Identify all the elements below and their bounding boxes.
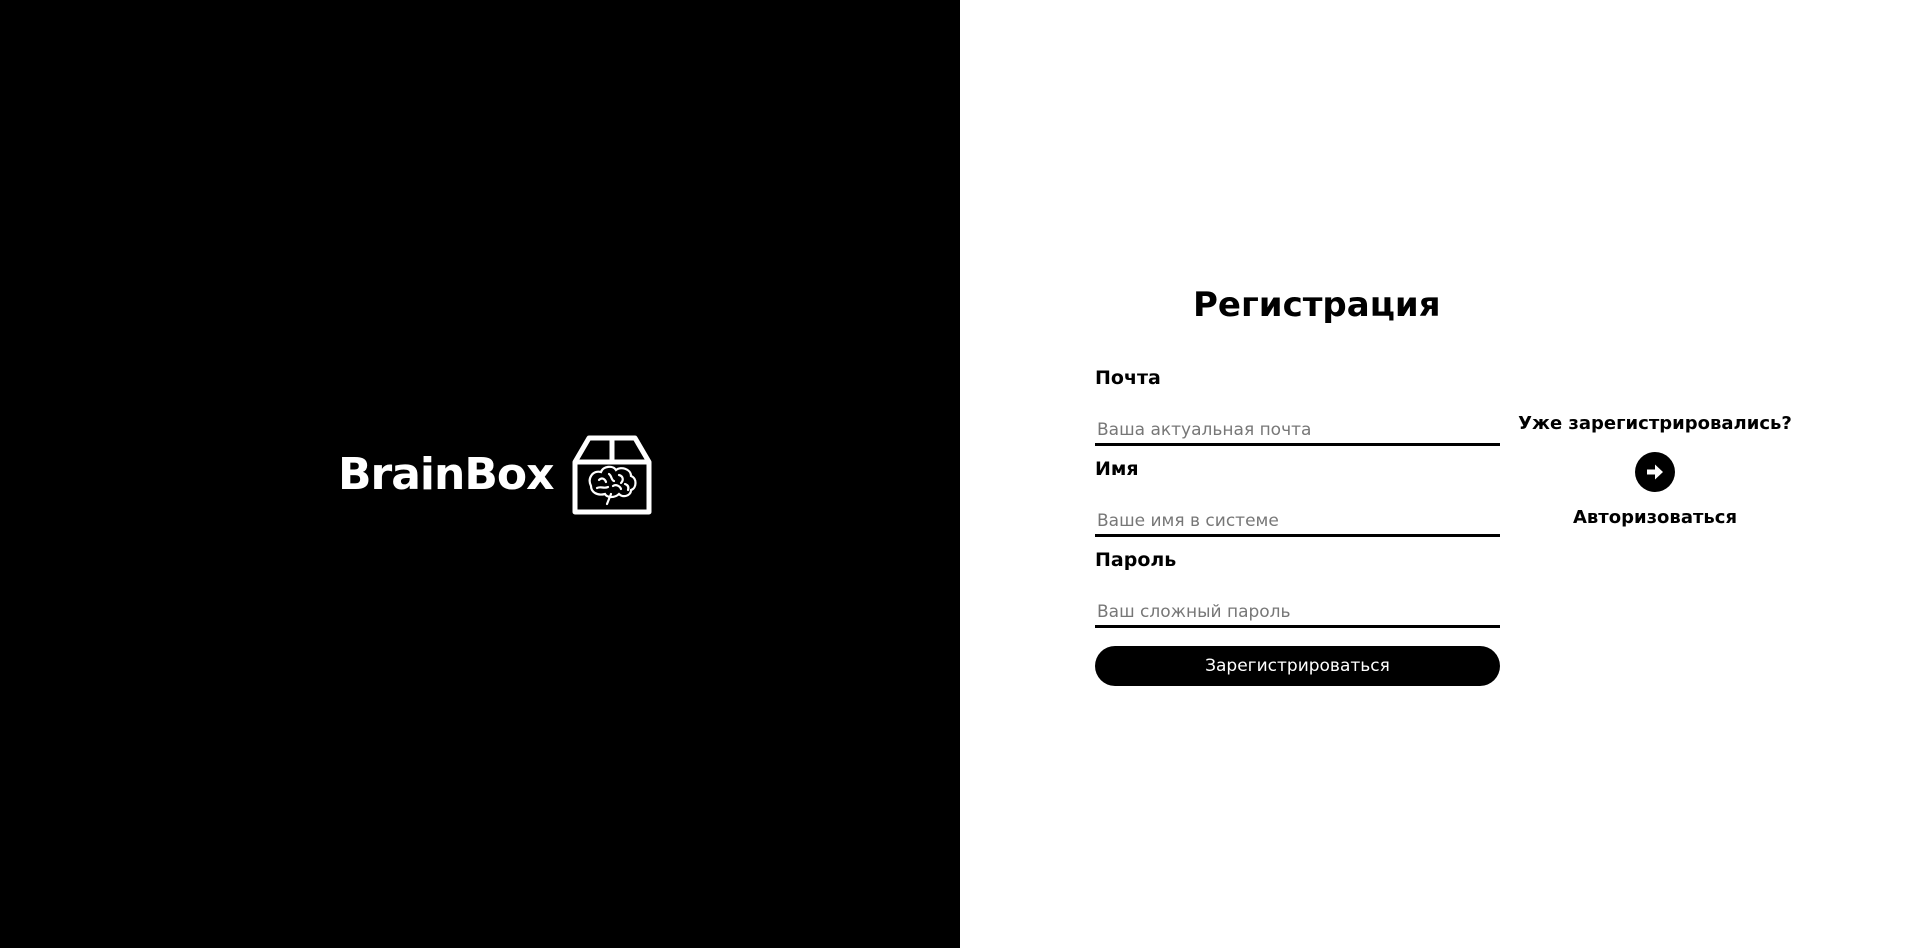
email-label: Почта (1095, 367, 1161, 389)
login-question: Уже зарегистрировались? (1518, 413, 1792, 434)
brand-panel: BrainBox (0, 0, 960, 948)
name-label: Имя (1095, 458, 1139, 480)
brand-name: BrainBox (338, 449, 554, 500)
password-label: Пароль (1095, 549, 1177, 571)
password-input[interactable] (1095, 588, 1500, 628)
login-box: Уже зарегистрировались? Авторизоваться (1518, 412, 1792, 530)
register-button[interactable]: Зарегистрироваться (1095, 646, 1500, 686)
registration-page: BrainBox Регистрация Почта Ваша актуальн… (0, 0, 1919, 948)
brain-in-box-icon (572, 435, 652, 515)
arrow-right-circle-icon[interactable] (1635, 452, 1675, 492)
form-panel: Регистрация Почта Имя Пароль Зарегистрир… (960, 0, 1919, 948)
name-field-group: Имя (1095, 457, 1500, 537)
brand: BrainBox (338, 434, 653, 516)
login-link[interactable]: Авторизоваться (1573, 506, 1737, 530)
page-title: Регистрация (1193, 285, 1441, 325)
email-input[interactable] (1095, 406, 1500, 446)
email-field-group: Почта (1095, 366, 1500, 446)
name-input[interactable] (1095, 497, 1500, 537)
password-field-group: Пароль (1095, 548, 1500, 628)
registration-form: Почта Имя Пароль Зарегистрироваться (1095, 366, 1500, 686)
